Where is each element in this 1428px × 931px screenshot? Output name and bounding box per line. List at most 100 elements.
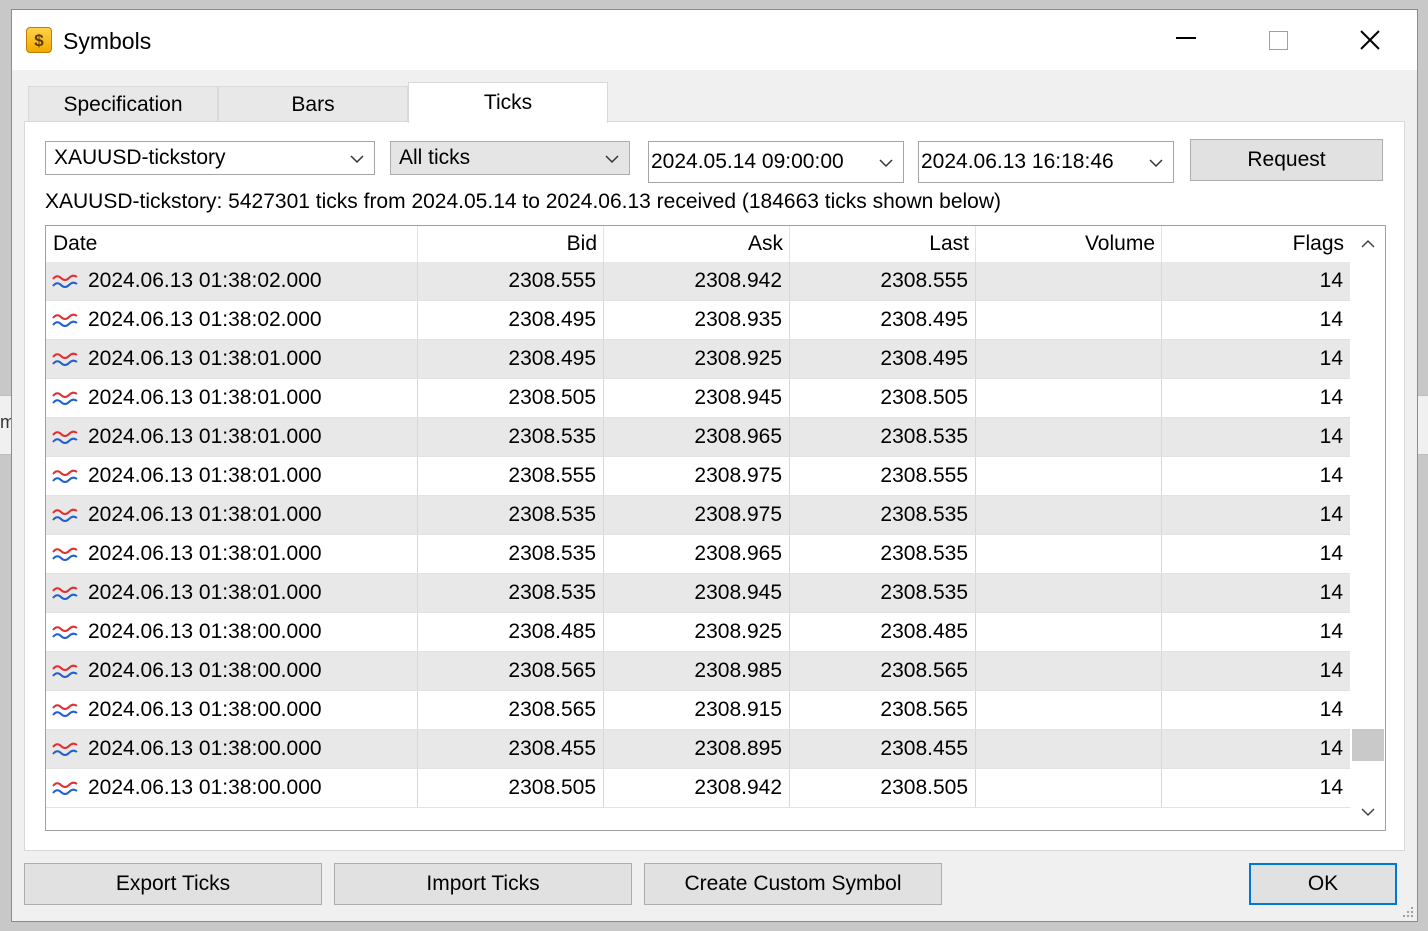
bid-cell-text: 2308.485 bbox=[508, 620, 596, 643]
column-header-volume[interactable]: Volume bbox=[976, 226, 1162, 262]
table-row[interactable]: 2024.06.13 01:38:01.000 2308.535 2308.945 2… bbox=[46, 574, 1350, 613]
tab-specification[interactable]: Specification bbox=[28, 86, 218, 122]
flags-cell-text: 14 bbox=[1319, 581, 1343, 604]
table-row[interactable]: 2024.06.13 01:38:01.000 2308.535 2308.965 2… bbox=[46, 535, 1350, 574]
bid-cell: 2308.565 bbox=[418, 691, 604, 729]
date-cell: 2024.06.13 01:38:01.000 bbox=[46, 340, 418, 378]
export-ticks-button[interactable]: Export Ticks bbox=[24, 863, 322, 905]
bid-cell-text: 2308.555 bbox=[508, 269, 596, 292]
column-header-bid[interactable]: Bid bbox=[418, 226, 604, 262]
column-header-ask[interactable]: Ask bbox=[604, 226, 790, 262]
volume-cell bbox=[976, 574, 1162, 612]
window-title: Symbols bbox=[63, 28, 152, 54]
ask-cell: 2308.935 bbox=[604, 301, 790, 339]
maximize-icon bbox=[1268, 30, 1288, 50]
last-cell: 2308.565 bbox=[790, 691, 976, 729]
ticks-table[interactable]: Date Bid Ask Last Volume Flags 2024.06.1… bbox=[45, 225, 1386, 831]
table-row[interactable]: 2024.06.13 01:38:01.000 2308.555 2308.975 2… bbox=[46, 457, 1350, 496]
ok-button[interactable]: OK bbox=[1249, 863, 1397, 905]
tab-ticks[interactable]: Ticks bbox=[408, 82, 608, 123]
close-icon bbox=[1360, 30, 1380, 50]
last-cell: 2308.535 bbox=[790, 496, 976, 534]
tick-wave-icon bbox=[52, 545, 78, 563]
volume-cell bbox=[976, 262, 1162, 300]
ask-cell-text: 2308.925 bbox=[694, 347, 782, 370]
table-row[interactable]: 2024.06.13 01:38:01.000 2308.535 2308.965 2… bbox=[46, 418, 1350, 457]
tab-bars[interactable]: Bars bbox=[218, 86, 408, 122]
table-row[interactable]: 2024.06.13 01:38:00.000 2308.505 2308.942 2… bbox=[46, 769, 1350, 808]
date-cell-text: 2024.06.13 01:38:01.000 bbox=[88, 464, 322, 487]
flags-cell-text: 14 bbox=[1319, 386, 1343, 409]
date-cell: 2024.06.13 01:38:01.000 bbox=[46, 574, 418, 612]
tick-wave-icon bbox=[52, 311, 78, 329]
symbol-select-value: XAUUSD-tickstory bbox=[54, 146, 226, 169]
last-cell-text: 2308.565 bbox=[880, 698, 968, 721]
close-button[interactable] bbox=[1326, 10, 1414, 70]
request-button[interactable]: Request bbox=[1190, 139, 1383, 181]
date-to-picker[interactable]: 2024.06.13 16:18:46 bbox=[918, 141, 1174, 183]
flags-cell: 14 bbox=[1162, 379, 1350, 417]
scroll-down-button[interactable] bbox=[1351, 796, 1385, 828]
date-cell: 2024.06.13 01:38:00.000 bbox=[46, 613, 418, 651]
bid-cell: 2308.505 bbox=[418, 379, 604, 417]
last-cell-text: 2308.505 bbox=[880, 386, 968, 409]
ask-cell-text: 2308.965 bbox=[694, 425, 782, 448]
table-row[interactable]: 2024.06.13 01:38:02.000 2308.555 2308.942 2… bbox=[46, 262, 1350, 301]
date-cell-text: 2024.06.13 01:38:00.000 bbox=[88, 737, 322, 760]
flags-cell: 14 bbox=[1162, 340, 1350, 378]
bid-cell-text: 2308.565 bbox=[508, 659, 596, 682]
last-cell-text: 2308.485 bbox=[880, 620, 968, 643]
bid-cell-text: 2308.535 bbox=[508, 503, 596, 526]
bid-cell: 2308.495 bbox=[418, 301, 604, 339]
flags-cell: 14 bbox=[1162, 301, 1350, 339]
ask-cell-text: 2308.895 bbox=[694, 737, 782, 760]
date-from-value: 2024.05.14 09:00:00 bbox=[651, 150, 844, 173]
bid-cell: 2308.455 bbox=[418, 730, 604, 768]
date-cell-text: 2024.06.13 01:38:02.000 bbox=[88, 308, 322, 331]
column-header-last[interactable]: Last bbox=[790, 226, 976, 262]
tick-wave-icon bbox=[52, 584, 78, 602]
resize-grip-icon[interactable] bbox=[1399, 903, 1415, 919]
column-header-date[interactable]: Date bbox=[46, 226, 418, 262]
ticks-panel: XAUUSD-tickstory All ticks 2024.05.14 09… bbox=[24, 121, 1405, 851]
flags-cell-text: 14 bbox=[1319, 698, 1343, 721]
table-row[interactable]: 2024.06.13 01:38:00.000 2308.565 2308.915 2… bbox=[46, 691, 1350, 730]
vertical-scrollbar[interactable] bbox=[1351, 226, 1385, 830]
flags-cell: 14 bbox=[1162, 730, 1350, 768]
flags-cell: 14 bbox=[1162, 691, 1350, 729]
table-row[interactable]: 2024.06.13 01:38:00.000 2308.485 2308.925 2… bbox=[46, 613, 1350, 652]
table-row[interactable]: 2024.06.13 01:38:01.000 2308.505 2308.945 2… bbox=[46, 379, 1350, 418]
tick-type-value: All ticks bbox=[399, 146, 471, 169]
import-ticks-button[interactable]: Import Ticks bbox=[334, 863, 632, 905]
chevron-down-icon bbox=[605, 152, 619, 166]
table-row[interactable]: 2024.06.13 01:38:01.000 2308.495 2308.925 2… bbox=[46, 340, 1350, 379]
bid-cell-text: 2308.555 bbox=[508, 464, 596, 487]
table-row[interactable]: 2024.06.13 01:38:00.000 2308.565 2308.985 2… bbox=[46, 652, 1350, 691]
title-bar[interactable]: $ Symbols bbox=[12, 10, 1417, 70]
maximize-button[interactable] bbox=[1234, 10, 1322, 70]
scroll-up-button[interactable] bbox=[1351, 228, 1385, 260]
date-from-picker[interactable]: 2024.05.14 09:00:00 bbox=[648, 141, 904, 183]
ask-cell-text: 2308.975 bbox=[694, 503, 782, 526]
date-cell: 2024.06.13 01:38:00.000 bbox=[46, 691, 418, 729]
table-row[interactable]: 2024.06.13 01:38:02.000 2308.495 2308.935 2… bbox=[46, 301, 1350, 340]
table-row[interactable]: 2024.06.13 01:38:00.000 2308.455 2308.895 2… bbox=[46, 730, 1350, 769]
last-cell: 2308.535 bbox=[790, 418, 976, 456]
create-custom-symbol-button[interactable]: Create Custom Symbol bbox=[644, 863, 942, 905]
volume-cell bbox=[976, 301, 1162, 339]
date-cell: 2024.06.13 01:38:01.000 bbox=[46, 379, 418, 417]
volume-cell bbox=[976, 379, 1162, 417]
tick-type-select[interactable]: All ticks bbox=[390, 141, 630, 175]
minimize-button[interactable] bbox=[1142, 10, 1230, 70]
last-cell: 2308.505 bbox=[790, 379, 976, 417]
tick-wave-icon bbox=[52, 428, 78, 446]
last-cell: 2308.495 bbox=[790, 301, 976, 339]
symbol-select[interactable]: XAUUSD-tickstory bbox=[45, 141, 375, 175]
column-header-flags[interactable]: Flags bbox=[1162, 226, 1350, 262]
bid-cell-text: 2308.535 bbox=[508, 425, 596, 448]
date-cell-text: 2024.06.13 01:38:01.000 bbox=[88, 581, 322, 604]
last-cell-text: 2308.495 bbox=[880, 347, 968, 370]
flags-cell-text: 14 bbox=[1319, 503, 1343, 526]
scroll-thumb[interactable] bbox=[1352, 729, 1384, 761]
table-row[interactable]: 2024.06.13 01:38:01.000 2308.535 2308.975 2… bbox=[46, 496, 1350, 535]
